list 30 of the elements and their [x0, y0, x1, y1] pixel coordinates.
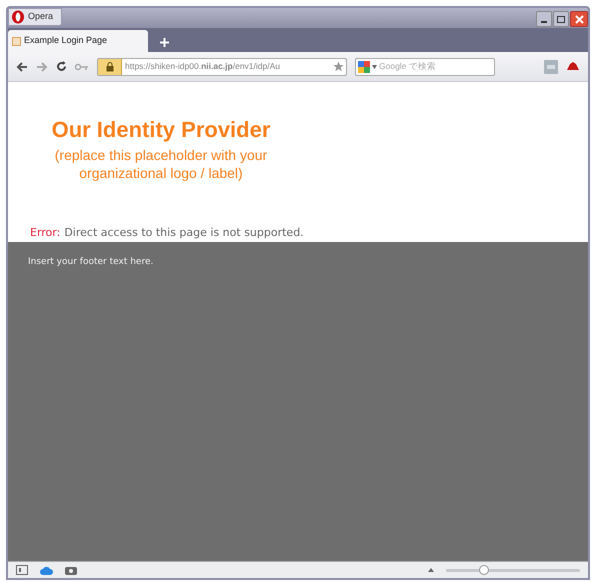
back-icon[interactable] — [16, 62, 28, 72]
url-text: https://shiken-idp00.nii.ac.jp/env1/idp/Au — [124, 60, 281, 73]
zoom-slider[interactable] — [446, 565, 580, 575]
footer-text: Insert your footer text here. — [28, 256, 154, 269]
logo-title: Our Identity Provider — [52, 116, 270, 144]
dropdown-icon — [372, 64, 377, 68]
lock-icon — [106, 62, 114, 72]
search-field[interactable]: Google で検索 — [379, 60, 492, 73]
search-bar[interactable]: Google で検索 — [355, 58, 495, 76]
close-icon — [574, 14, 584, 24]
error-message: Direct access to this page is not supported. — [64, 224, 304, 240]
close-button[interactable] — [570, 11, 588, 27]
error-label: Error: — [30, 224, 60, 240]
opera-logo-icon — [11, 10, 25, 24]
address-field[interactable]: https://shiken-idp00.nii.ac.jp/env1/idp/Au — [97, 58, 347, 76]
star-icon[interactable] — [333, 61, 344, 72]
opera-menu-button[interactable]: Opera — [8, 8, 62, 26]
maximize-button[interactable] — [553, 11, 569, 27]
plus-icon — [160, 38, 168, 46]
page-icon — [12, 36, 21, 46]
google-icon — [358, 60, 370, 72]
minimize-button[interactable] — [536, 11, 552, 27]
logo-subtitle: (replace this placeholder with your organizational logo / label) — [54, 146, 268, 182]
panel-toggle-icon[interactable] — [16, 565, 28, 575]
reload-icon[interactable] — [56, 61, 67, 72]
up-arrow-icon[interactable] — [428, 568, 434, 572]
browser-tab[interactable]: Example Login Page — [8, 30, 148, 52]
cloud-icon[interactable] — [40, 566, 53, 574]
zoom-slider-thumb[interactable] — [478, 565, 489, 575]
camera-icon[interactable] — [65, 565, 77, 575]
